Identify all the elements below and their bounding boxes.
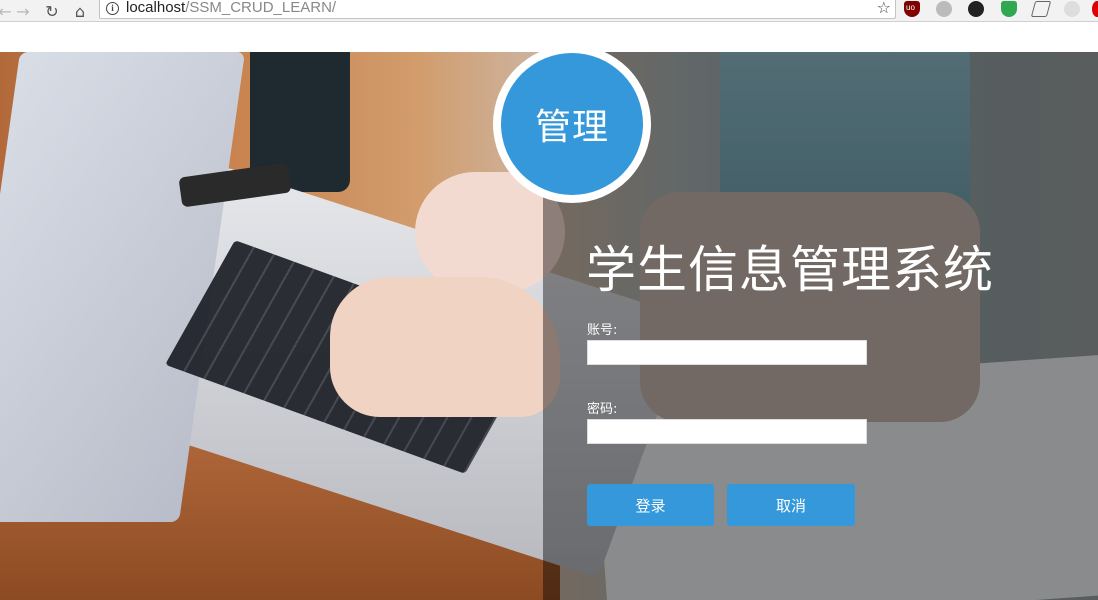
forward-arrow-icon[interactable]: → xyxy=(12,0,34,22)
logo-badge-text: 管理 xyxy=(501,53,643,195)
cancel-button[interactable]: 取消 xyxy=(727,484,855,526)
owl-extension-icon[interactable] xyxy=(968,1,984,17)
password-input[interactable] xyxy=(587,419,867,444)
username-label: 账号: xyxy=(587,323,618,338)
extension-light-icon[interactable] xyxy=(1064,1,1080,17)
extension-red-icon[interactable] xyxy=(1092,1,1098,17)
address-bar[interactable]: i localhost/SSM_CRUD_LEARN/ ☆ xyxy=(99,0,896,19)
page-title: 学生信息管理系统 xyxy=(586,241,994,299)
browser-toolbar: ← → ↻ ⌂ i localhost/SSM_CRUD_LEARN/ ☆ xyxy=(0,0,1098,22)
ublock-origin-icon[interactable] xyxy=(904,1,920,17)
reload-icon[interactable]: ↻ xyxy=(41,0,63,22)
password-label: 密码: xyxy=(587,402,618,417)
logo-badge: 管理 xyxy=(493,52,651,203)
pen-extension-icon[interactable] xyxy=(1030,1,1052,17)
login-button[interactable]: 登录 xyxy=(587,484,714,526)
login-hero: 管理 学生信息管理系统 账号: 密码: 登录 取消 xyxy=(0,52,1098,600)
bookmark-star-icon[interactable]: ☆ xyxy=(877,0,891,16)
username-input[interactable] xyxy=(587,340,867,365)
home-icon[interactable]: ⌂ xyxy=(69,0,91,22)
extension-grey-icon[interactable] xyxy=(936,1,952,17)
url-text[interactable]: localhost/SSM_CRUD_LEARN/ xyxy=(126,0,336,16)
background-hand xyxy=(330,277,560,417)
info-icon[interactable]: i xyxy=(106,2,119,15)
shield-extension-icon[interactable] xyxy=(1001,1,1017,17)
url-path: /SSM_CRUD_LEARN/ xyxy=(185,0,337,16)
url-host: localhost xyxy=(126,0,186,16)
